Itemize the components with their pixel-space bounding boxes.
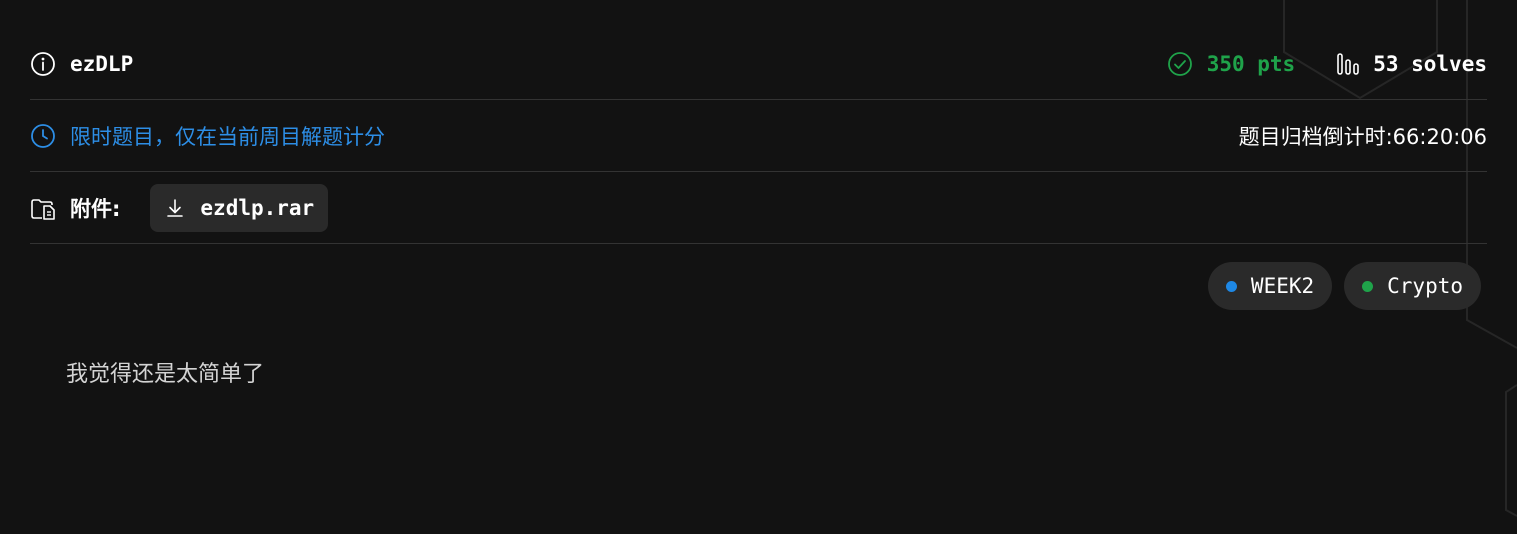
limited-notice: 限时题目，仅在当前周目解题计分 [70,125,385,149]
attachment-file-name: ezdlp.rar [200,196,315,220]
stats-group: 350 pts 53 solves [1167,51,1487,77]
points-value: 350 pts [1206,52,1296,76]
solves-value: 53 solves [1373,52,1487,76]
tag-dot [1225,280,1237,292]
info-icon [30,51,56,77]
folder-file-icon [30,195,56,221]
challenge-page: ezDLP 350 pts 53 solves 限时题目，仅在当前周目解题计分 … [0,0,1517,534]
notice-group: 限时题目，仅在当前周目解题计分 [30,121,385,151]
challenge-title: ezDLP [70,52,134,76]
divider [30,99,1487,100]
divider [30,243,1487,244]
title-group: ezDLP [30,51,133,77]
bars-icon [1335,51,1361,77]
download-icon [164,197,186,219]
attachment-download-button[interactable]: ezdlp.rar [150,184,329,232]
archive-countdown: 题目归档倒计时:66:20:06 [1238,125,1487,149]
attachment-label: 附件: [70,197,121,221]
tag-list: WEEK2 Crypto [1196,262,1481,310]
check-circle-icon [1167,51,1193,77]
challenge-description: 我觉得还是太简单了 [66,362,265,387]
challenge-header: ezDLP 350 pts 53 solves [30,38,1487,90]
tag-label: WEEK2 [1250,274,1315,298]
attachment-row: 附件: ezdlp.rar [30,182,1487,234]
solves-group: 53 solves [1335,51,1487,77]
tag-crypto[interactable]: Crypto [1344,262,1481,310]
divider [30,171,1487,172]
clock-icon [30,123,56,149]
tag-week2[interactable]: WEEK2 [1207,262,1333,310]
tag-dot [1362,280,1374,292]
notice-row: 限时题目，仅在当前周目解题计分 题目归档倒计时:66:20:06 [30,110,1487,162]
tag-label: Crypto [1387,274,1463,298]
